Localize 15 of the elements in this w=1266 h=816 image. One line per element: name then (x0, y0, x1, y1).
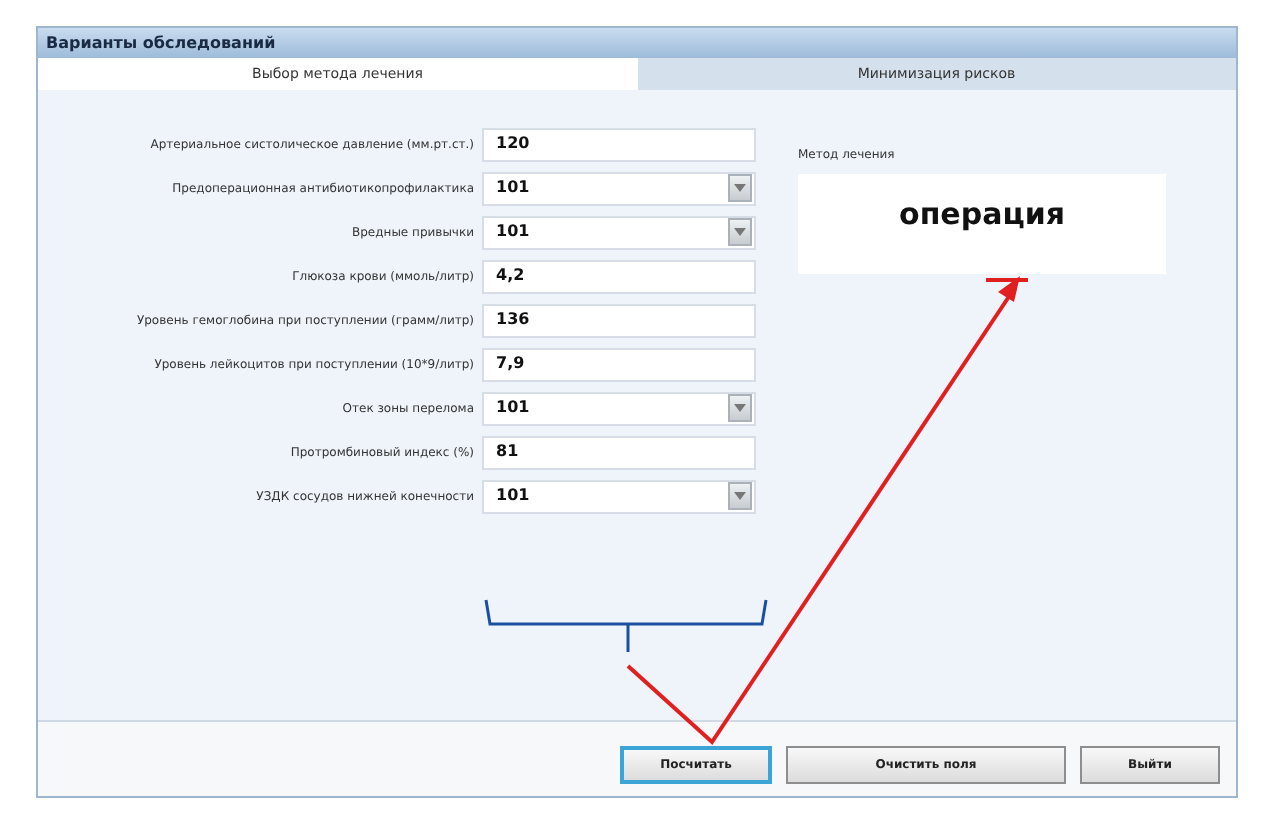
result-value: операция (899, 193, 1065, 236)
input-field[interactable]: 7,9 (482, 347, 756, 381)
input-field[interactable]: 120 (482, 127, 756, 161)
combo-box[interactable]: 101 (482, 479, 756, 513)
window-title: Варианты обследований (38, 28, 1236, 58)
input-field[interactable]: 136 (482, 303, 756, 337)
combo-box[interactable]: 101 (482, 215, 756, 249)
dropdown-icon[interactable] (728, 218, 752, 246)
combo-box[interactable]: 101 (482, 171, 756, 205)
dropdown-icon[interactable] (728, 394, 752, 422)
dropdown-icon[interactable] (728, 482, 752, 510)
dropdown-icon[interactable] (728, 174, 752, 202)
combo-box[interactable]: 101 (482, 391, 756, 425)
input-field[interactable]: 4,2 (482, 259, 756, 293)
input-field[interactable]: 81 (482, 435, 756, 469)
